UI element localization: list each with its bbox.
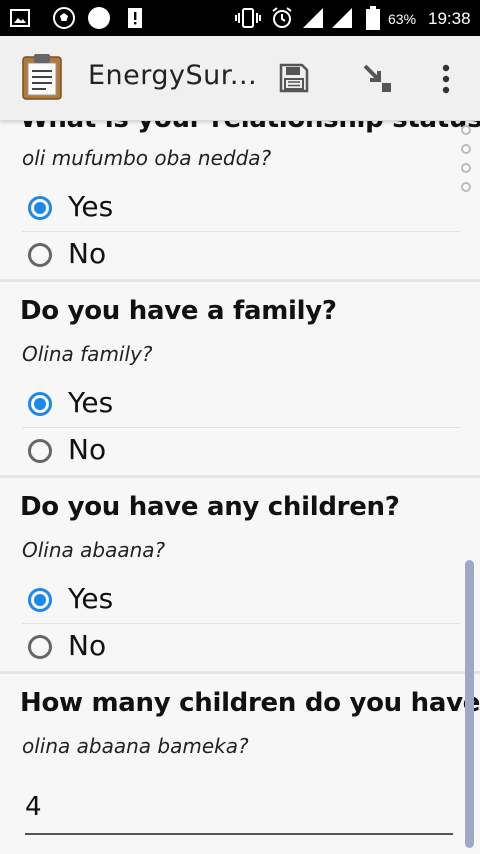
save-icon[interactable] — [279, 63, 309, 93]
option-label: No — [68, 433, 107, 466]
scroll-indicator-dot — [461, 144, 471, 154]
alert-icon — [128, 8, 142, 28]
clock-time: 19:38 — [428, 9, 471, 28]
battery-icon — [366, 6, 380, 30]
children-count-input[interactable] — [25, 781, 453, 835]
radio-option-no[interactable]: No — [22, 627, 460, 671]
scroll-indicator-dot — [461, 163, 471, 173]
question-divider — [0, 279, 480, 282]
question-hint: olina abaana bameka? — [22, 734, 249, 758]
question-divider — [0, 671, 480, 674]
radio-button-unchecked[interactable] — [28, 635, 52, 659]
more-vert-icon[interactable] — [440, 64, 452, 94]
radio-option-no[interactable]: No — [22, 235, 460, 279]
question-hint: Olina family? — [22, 342, 153, 366]
option-divider — [22, 231, 460, 232]
radio-option-no[interactable]: No — [22, 431, 460, 475]
option-label: Yes — [68, 386, 114, 419]
option-label: No — [68, 237, 107, 270]
radio-option-yes[interactable]: Yes — [22, 580, 460, 624]
radio-option-yes[interactable]: Yes — [22, 384, 460, 428]
question-hint: Olina abaana? — [22, 538, 166, 562]
scroll-indicator-dot — [461, 182, 471, 192]
form-content: What is your relationship status? oli mu… — [0, 121, 480, 854]
scroll-indicator-dot — [461, 125, 471, 135]
clipboard-icon — [22, 54, 62, 100]
option-label: No — [68, 629, 107, 662]
option-label: Yes — [68, 582, 114, 615]
question-title: Do you have any children? — [20, 492, 400, 522]
radio-button-unchecked[interactable] — [28, 439, 52, 463]
question-title: Do you have a family? — [20, 296, 337, 326]
question-hint: oli mufumbo oba nedda? — [22, 146, 272, 170]
signal-icon-2 — [332, 8, 352, 28]
radio-button-unchecked[interactable] — [28, 243, 52, 267]
app-bar: EnergySur... — [0, 36, 480, 121]
radio-button-checked[interactable] — [28, 196, 52, 220]
radio-button-checked[interactable] — [28, 392, 52, 416]
gallery-icon — [10, 9, 30, 27]
app-title: EnergySur... — [88, 60, 258, 91]
soccer-ball-icon — [53, 7, 75, 29]
option-divider — [22, 427, 460, 428]
alarm-icon — [272, 7, 292, 28]
question-divider — [0, 475, 480, 478]
circle-icon — [88, 7, 110, 29]
battery-percent: 63% — [388, 11, 417, 27]
radio-button-checked[interactable] — [28, 588, 52, 612]
question-title: How many children do you have? — [20, 688, 480, 718]
goto-icon[interactable] — [362, 63, 394, 95]
signal-icon-1 — [303, 8, 323, 28]
option-label: Yes — [68, 190, 114, 223]
question-title: What is your relationship status? — [20, 121, 480, 134]
vibrate-icon — [235, 8, 261, 28]
scrollbar-thumb[interactable] — [465, 560, 474, 848]
option-divider — [22, 623, 460, 624]
radio-option-yes[interactable]: Yes — [22, 188, 460, 232]
status-bar: 63% 19:38 — [0, 0, 480, 36]
